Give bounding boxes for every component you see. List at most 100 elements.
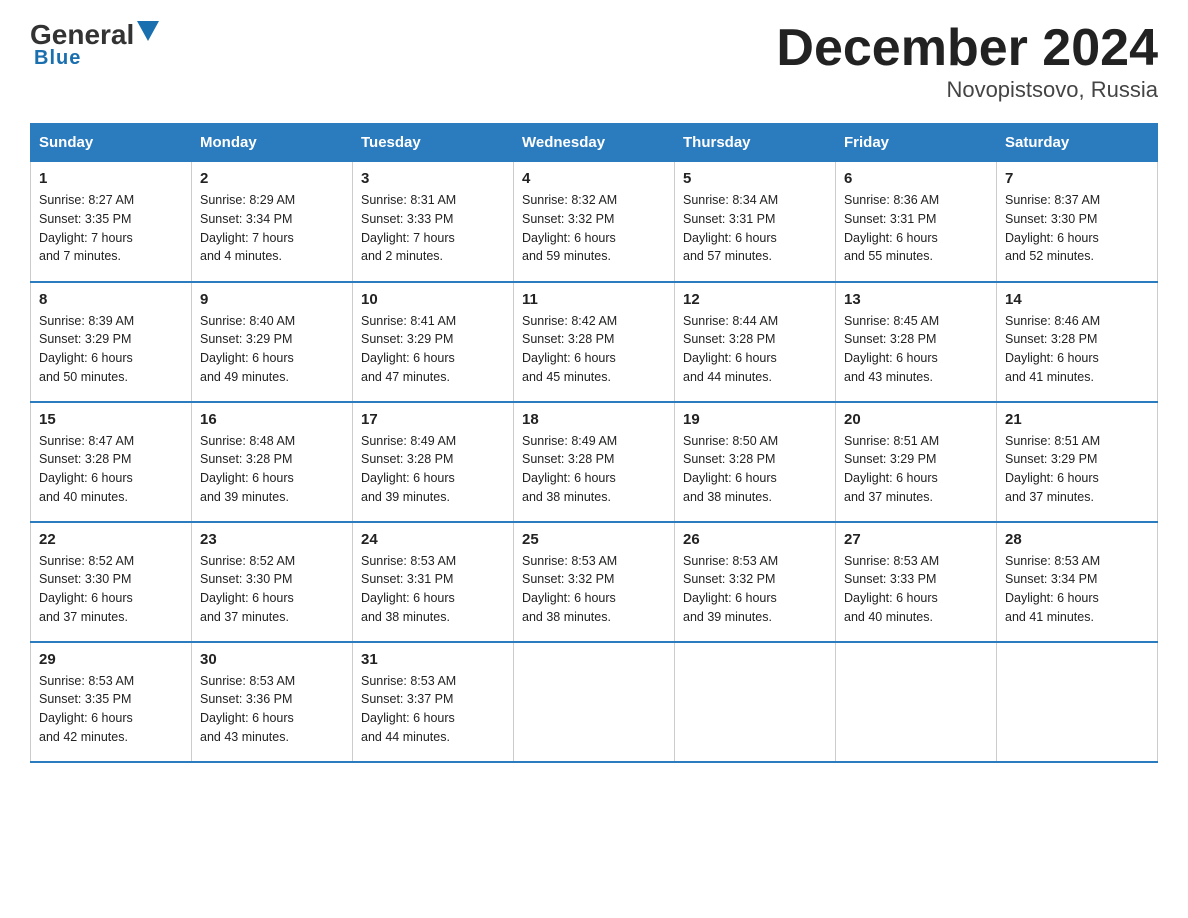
day-cell: 7 Sunrise: 8:37 AM Sunset: 3:30 PM Daylig… xyxy=(997,162,1158,282)
day-info: Sunrise: 8:49 AM Sunset: 3:28 PM Dayligh… xyxy=(361,432,505,507)
day-info: Sunrise: 8:32 AM Sunset: 3:32 PM Dayligh… xyxy=(522,191,666,266)
day-info: Sunrise: 8:45 AM Sunset: 3:28 PM Dayligh… xyxy=(844,312,988,387)
day-cell xyxy=(997,642,1158,762)
week-row-5: 29 Sunrise: 8:53 AM Sunset: 3:35 PM Dayli… xyxy=(31,642,1158,762)
day-number: 25 xyxy=(522,531,666,548)
day-number: 24 xyxy=(361,531,505,548)
day-cell: 31 Sunrise: 8:53 AM Sunset: 3:37 PM Dayli… xyxy=(353,642,514,762)
day-cell: 10 Sunrise: 8:41 AM Sunset: 3:29 PM Dayli… xyxy=(353,282,514,402)
day-cell: 16 Sunrise: 8:48 AM Sunset: 3:28 PM Dayli… xyxy=(192,402,353,522)
day-info: Sunrise: 8:34 AM Sunset: 3:31 PM Dayligh… xyxy=(683,191,827,266)
day-number: 19 xyxy=(683,411,827,428)
day-cell: 5 Sunrise: 8:34 AM Sunset: 3:31 PM Daylig… xyxy=(675,162,836,282)
week-row-2: 8Sunrise: 8:39 AM Sunset: 3:29 PM Daylig… xyxy=(31,282,1158,402)
day-cell: 25Sunrise: 8:53 AM Sunset: 3:32 PM Dayli… xyxy=(514,522,675,642)
day-info: Sunrise: 8:47 AM Sunset: 3:28 PM Dayligh… xyxy=(39,432,183,507)
day-cell: 22 Sunrise: 8:52 AM Sunset: 3:30 PM Dayli… xyxy=(31,522,192,642)
day-info: Sunrise: 8:40 AM Sunset: 3:29 PM Dayligh… xyxy=(200,312,344,387)
day-number: 11 xyxy=(522,291,666,308)
calendar-subtitle: Novopistsovo, Russia xyxy=(776,77,1158,103)
title-block: December 2024 Novopistsovo, Russia xyxy=(776,20,1158,103)
logo: General Blue xyxy=(30,20,159,70)
day-info: Sunrise: 8:53 AM Sunset: 3:34 PM Dayligh… xyxy=(1005,552,1149,627)
day-info: Sunrise: 8:53 AM Sunset: 3:31 PM Dayligh… xyxy=(361,552,505,627)
logo-blue: Blue xyxy=(34,47,81,70)
day-info: Sunrise: 8:27 AM Sunset: 3:35 PM Dayligh… xyxy=(39,191,183,266)
day-cell: 17 Sunrise: 8:49 AM Sunset: 3:28 PM Dayli… xyxy=(353,402,514,522)
day-number: 27 xyxy=(844,531,988,548)
day-info: Sunrise: 8:51 AM Sunset: 3:29 PM Dayligh… xyxy=(844,432,988,507)
day-number: 5 xyxy=(683,170,827,187)
day-info: Sunrise: 8:41 AM Sunset: 3:29 PM Dayligh… xyxy=(361,312,505,387)
day-cell: 4 Sunrise: 8:32 AM Sunset: 3:32 PM Daylig… xyxy=(514,162,675,282)
day-number: 30 xyxy=(200,651,344,668)
day-cell: 27Sunrise: 8:53 AM Sunset: 3:33 PM Dayli… xyxy=(836,522,997,642)
day-number: 1 xyxy=(39,170,183,187)
day-cell: 1 Sunrise: 8:27 AM Sunset: 3:35 PM Daylig… xyxy=(31,162,192,282)
day-number: 21 xyxy=(1005,411,1149,428)
day-info: Sunrise: 8:53 AM Sunset: 3:37 PM Dayligh… xyxy=(361,672,505,747)
week-row-1: 1 Sunrise: 8:27 AM Sunset: 3:35 PM Daylig… xyxy=(31,162,1158,282)
day-info: Sunrise: 8:52 AM Sunset: 3:30 PM Dayligh… xyxy=(39,552,183,627)
day-number: 28 xyxy=(1005,531,1149,548)
logo-arrow-icon xyxy=(137,21,159,41)
day-number: 6 xyxy=(844,170,988,187)
calendar-title: December 2024 xyxy=(776,20,1158,77)
day-number: 10 xyxy=(361,291,505,308)
day-number: 9 xyxy=(200,291,344,308)
day-info: Sunrise: 8:53 AM Sunset: 3:32 PM Dayligh… xyxy=(683,552,827,627)
day-info: Sunrise: 8:46 AM Sunset: 3:28 PM Dayligh… xyxy=(1005,312,1149,387)
header-sunday: Sunday xyxy=(31,124,192,162)
day-number: 20 xyxy=(844,411,988,428)
day-number: 18 xyxy=(522,411,666,428)
week-row-4: 22 Sunrise: 8:52 AM Sunset: 3:30 PM Dayli… xyxy=(31,522,1158,642)
day-cell: 20 Sunrise: 8:51 AM Sunset: 3:29 PM Dayli… xyxy=(836,402,997,522)
calendar-table: SundayMondayTuesdayWednesdayThursdayFrid… xyxy=(30,123,1158,763)
day-cell: 18 Sunrise: 8:49 AM Sunset: 3:28 PM Dayli… xyxy=(514,402,675,522)
day-info: Sunrise: 8:29 AM Sunset: 3:34 PM Dayligh… xyxy=(200,191,344,266)
day-number: 7 xyxy=(1005,170,1149,187)
day-cell: 13 Sunrise: 8:45 AM Sunset: 3:28 PM Dayli… xyxy=(836,282,997,402)
day-info: Sunrise: 8:37 AM Sunset: 3:30 PM Dayligh… xyxy=(1005,191,1149,266)
day-number: 2 xyxy=(200,170,344,187)
header-friday: Friday xyxy=(836,124,997,162)
day-cell: 12 Sunrise: 8:44 AM Sunset: 3:28 PM Dayli… xyxy=(675,282,836,402)
day-number: 12 xyxy=(683,291,827,308)
day-number: 14 xyxy=(1005,291,1149,308)
day-cell: 2 Sunrise: 8:29 AM Sunset: 3:34 PM Daylig… xyxy=(192,162,353,282)
day-number: 16 xyxy=(200,411,344,428)
day-info: Sunrise: 8:52 AM Sunset: 3:30 PM Dayligh… xyxy=(200,552,344,627)
day-cell xyxy=(675,642,836,762)
day-info: Sunrise: 8:50 AM Sunset: 3:28 PM Dayligh… xyxy=(683,432,827,507)
day-info: Sunrise: 8:39 AM Sunset: 3:29 PM Dayligh… xyxy=(39,312,183,387)
day-cell: 8Sunrise: 8:39 AM Sunset: 3:29 PM Daylig… xyxy=(31,282,192,402)
day-info: Sunrise: 8:53 AM Sunset: 3:36 PM Dayligh… xyxy=(200,672,344,747)
day-cell: 28 Sunrise: 8:53 AM Sunset: 3:34 PM Dayli… xyxy=(997,522,1158,642)
day-cell: 26 Sunrise: 8:53 AM Sunset: 3:32 PM Dayli… xyxy=(675,522,836,642)
day-number: 4 xyxy=(522,170,666,187)
day-number: 15 xyxy=(39,411,183,428)
day-number: 31 xyxy=(361,651,505,668)
day-cell: 29 Sunrise: 8:53 AM Sunset: 3:35 PM Dayli… xyxy=(31,642,192,762)
day-number: 29 xyxy=(39,651,183,668)
day-cell: 11 Sunrise: 8:42 AM Sunset: 3:28 PM Dayli… xyxy=(514,282,675,402)
day-info: Sunrise: 8:42 AM Sunset: 3:28 PM Dayligh… xyxy=(522,312,666,387)
day-cell xyxy=(836,642,997,762)
day-info: Sunrise: 8:48 AM Sunset: 3:28 PM Dayligh… xyxy=(200,432,344,507)
day-cell: 15 Sunrise: 8:47 AM Sunset: 3:28 PM Dayli… xyxy=(31,402,192,522)
day-info: Sunrise: 8:49 AM Sunset: 3:28 PM Dayligh… xyxy=(522,432,666,507)
page-header: General Blue December 2024 Novopistsovo,… xyxy=(30,20,1158,103)
header-monday: Monday xyxy=(192,124,353,162)
day-number: 13 xyxy=(844,291,988,308)
day-number: 3 xyxy=(361,170,505,187)
day-number: 26 xyxy=(683,531,827,548)
day-info: Sunrise: 8:31 AM Sunset: 3:33 PM Dayligh… xyxy=(361,191,505,266)
day-number: 22 xyxy=(39,531,183,548)
day-cell: 19 Sunrise: 8:50 AM Sunset: 3:28 PM Dayli… xyxy=(675,402,836,522)
day-info: Sunrise: 8:36 AM Sunset: 3:31 PM Dayligh… xyxy=(844,191,988,266)
day-number: 17 xyxy=(361,411,505,428)
day-info: Sunrise: 8:53 AM Sunset: 3:35 PM Dayligh… xyxy=(39,672,183,747)
day-cell: 9 Sunrise: 8:40 AM Sunset: 3:29 PM Daylig… xyxy=(192,282,353,402)
day-cell: 24 Sunrise: 8:53 AM Sunset: 3:31 PM Dayli… xyxy=(353,522,514,642)
day-info: Sunrise: 8:44 AM Sunset: 3:28 PM Dayligh… xyxy=(683,312,827,387)
